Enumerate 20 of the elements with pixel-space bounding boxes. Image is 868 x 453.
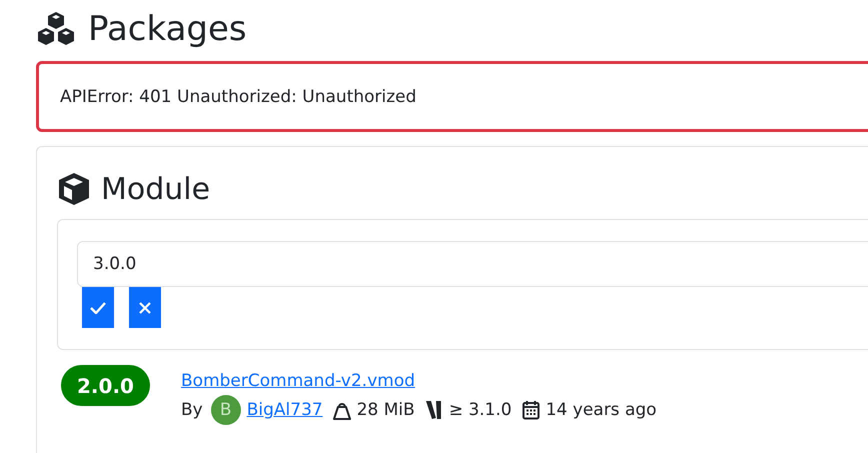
close-icon — [139, 302, 151, 314]
by-label: By — [181, 400, 203, 420]
cube-icon — [57, 172, 91, 206]
upload-age: 14 years ago — [546, 400, 657, 420]
version-input[interactable]: 3.0.0 — [77, 241, 868, 287]
cubes-icon — [36, 11, 76, 47]
version-badge: 2.0.0 — [61, 365, 150, 406]
weight-icon — [332, 400, 351, 420]
calendar-icon — [522, 400, 540, 420]
required-version: ≥ 3.1.0 — [448, 400, 512, 420]
avatar: B — [210, 395, 241, 425]
cancel-button[interactable] — [129, 287, 161, 328]
error-message: APIError: 401 Unauthorized: Unauthorized — [60, 86, 416, 106]
confirm-button[interactable] — [82, 287, 114, 328]
page-title: Packages — [88, 9, 247, 49]
section-title: Module — [101, 172, 210, 206]
check-icon — [90, 302, 106, 314]
file-link[interactable]: BomberCommand-v2.vmod — [181, 371, 657, 391]
author-link[interactable]: BigAl737 — [246, 400, 323, 420]
file-size: 28 MiB — [356, 400, 415, 420]
